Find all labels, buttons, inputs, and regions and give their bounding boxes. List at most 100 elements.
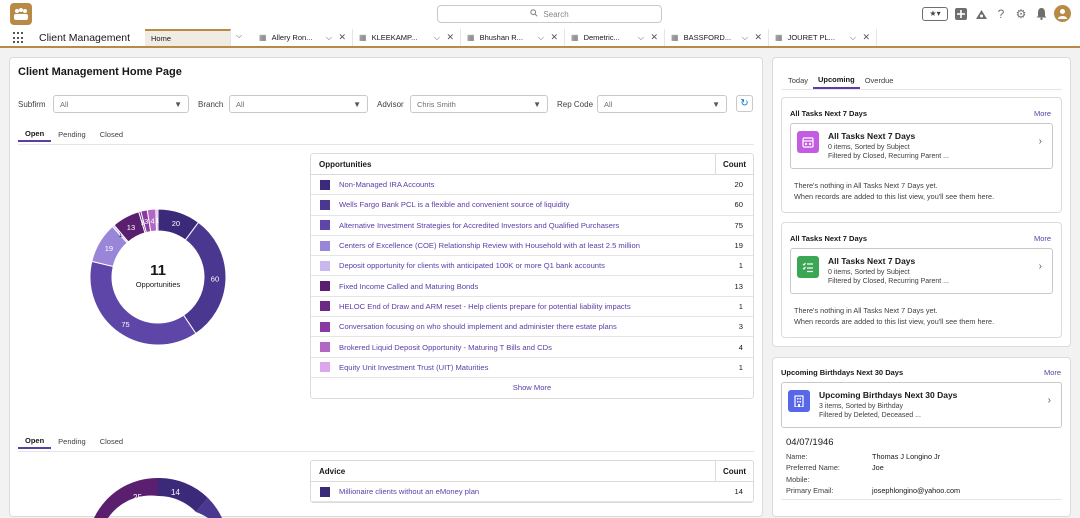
birthday-date: 04/07/1946 <box>786 437 834 448</box>
row-link[interactable]: Centers of Excellence (COE) Relationship… <box>339 241 640 250</box>
table-row[interactable]: Deposit opportunity for clients with ant… <box>311 256 753 277</box>
table-row[interactable]: Conversation focusing on who should impl… <box>311 317 753 338</box>
help-icon[interactable]: ? <box>994 7 1008 21</box>
tab-record-6[interactable]: ▦ JOURET PL... ⌵ ✕ <box>769 29 877 46</box>
divider <box>782 89 1062 90</box>
list-header: Upcoming Birthdays Next 30 Days <box>781 368 904 377</box>
tab-pending[interactable]: Pending <box>51 433 93 449</box>
favorites-icon[interactable]: ★▾ <box>922 6 948 21</box>
close-icon[interactable]: ✕ <box>446 32 454 43</box>
row-link[interactable]: Fixed Income Called and Maturing Bonds <box>339 282 478 291</box>
table-row[interactable]: HELOC End of Draw and ARM reset - Help c… <box>311 297 753 318</box>
tab-closed[interactable]: Closed <box>93 126 130 142</box>
tab-record-1[interactable]: ▦ Allery Ron... ⌵ ✕ <box>253 29 353 46</box>
list-view-tile[interactable]: Upcoming Birthdays Next 30 Days 3 items,… <box>781 382 1062 428</box>
advice-status-tabs: Open Pending Closed <box>18 433 130 449</box>
row-count: 1 <box>738 301 743 311</box>
tab-overdue[interactable]: Overdue <box>860 71 899 89</box>
legend-swatch <box>320 220 330 231</box>
table-row[interactable]: Centers of Excellence (COE) Relationship… <box>311 236 753 257</box>
row-link[interactable]: Brokered Liquid Deposit Opportunity - Ma… <box>339 343 552 352</box>
table-row[interactable]: Non-Managed IRA Accounts 20 <box>311 175 753 196</box>
table-row[interactable]: Alternative Investment Strategies for Ac… <box>311 216 753 236</box>
show-more-link[interactable]: Show More <box>311 378 753 398</box>
close-icon[interactable]: ✕ <box>650 32 658 43</box>
trailhead-icon[interactable] <box>974 7 988 21</box>
global-actions-icon[interactable] <box>954 7 968 21</box>
tab-closed[interactable]: Closed <box>93 433 130 449</box>
table-row[interactable]: Brokered Liquid Deposit Opportunity - Ma… <box>311 337 753 358</box>
tab-pending[interactable]: Pending <box>51 126 93 142</box>
row-link[interactable]: Deposit opportunity for clients with ant… <box>339 261 605 270</box>
chevron-down-icon[interactable]: ⌵ <box>850 33 856 43</box>
chevron-right-icon: › <box>1047 395 1051 406</box>
table-row[interactable]: Fixed Income Called and Maturing Bonds 13 <box>311 276 753 297</box>
subfirm-select[interactable]: All ▼ <box>53 95 189 113</box>
chevron-down-icon[interactable]: ⌵ <box>434 33 440 43</box>
rep-code-select[interactable]: All ▼ <box>597 95 727 113</box>
chevron-down-icon[interactable]: ⌵ <box>638 33 644 43</box>
tab-home[interactable]: Home <box>145 29 231 46</box>
list-title: All Tasks Next 7 Days <box>828 256 916 266</box>
account-icon: ▦ <box>671 33 679 42</box>
divider <box>781 499 1062 500</box>
close-icon[interactable]: ✕ <box>862 32 870 43</box>
activity-tabs: Today Upcoming Overdue <box>783 71 898 89</box>
list-view-tile[interactable]: All Tasks Next 7 Days 0 items, Sorted by… <box>790 248 1053 294</box>
empty-line-2: When records are added to this list view… <box>794 192 995 201</box>
refresh-button[interactable]: ↻ <box>736 95 753 112</box>
tab-record-5[interactable]: ▦ BASSFORD... ⌵ ✕ <box>665 29 769 46</box>
close-icon[interactable]: ✕ <box>754 32 762 43</box>
chevron-down-icon[interactable]: ⌵ <box>742 33 748 43</box>
global-search-input[interactable]: Search <box>437 5 662 23</box>
row-count: 4 <box>738 342 743 352</box>
list-view-tile[interactable]: All Tasks Next 7 Days 0 items, Sorted by… <box>790 123 1053 169</box>
tab-today[interactable]: Today <box>783 71 813 89</box>
tab-record-2[interactable]: ▦ KLEEKAMP... ⌵ ✕ <box>353 29 461 46</box>
chevron-down-icon[interactable]: ⌵ <box>538 33 544 43</box>
row-link[interactable]: Conversation focusing on who should impl… <box>339 322 617 331</box>
field-label-mobile: Mobile: <box>786 475 810 484</box>
field-label-preferred-name: Preferred Name: <box>786 463 840 472</box>
notifications-bell-icon[interactable] <box>1034 7 1048 21</box>
table-row[interactable]: Equity Unit Investment Trust (UIT) Matur… <box>311 358 753 378</box>
close-icon[interactable]: ✕ <box>550 32 558 43</box>
tab-upcoming[interactable]: Upcoming <box>813 71 860 89</box>
gear-icon[interactable]: ⚙ <box>1014 7 1028 21</box>
app-logo-icon[interactable] <box>10 3 32 25</box>
list-title: All Tasks Next 7 Days <box>828 131 916 141</box>
row-link[interactable]: Millionaire clients without an eMoney pl… <box>339 487 479 496</box>
slice-label: 14 <box>171 488 180 497</box>
tab-overflow-chevron-icon[interactable]: ⌵ <box>236 31 242 41</box>
divider <box>18 451 754 452</box>
more-link[interactable]: More <box>1044 368 1061 377</box>
list-filter: Filtered by Closed, Recurring Parent ... <box>828 278 949 285</box>
filter-label-advisor: Advisor <box>377 100 404 109</box>
tab-open[interactable]: Open <box>18 433 52 449</box>
row-link[interactable]: Equity Unit Investment Trust (UIT) Matur… <box>339 363 488 372</box>
table-row[interactable]: Millionaire clients without an eMoney pl… <box>311 482 753 503</box>
more-link[interactable]: More <box>1034 109 1051 118</box>
row-link[interactable]: Wells Fargo Bank PCL is a flexible and c… <box>339 200 569 209</box>
row-link[interactable]: HELOC End of Draw and ARM reset - Help c… <box>339 302 631 311</box>
field-value-primary-email[interactable]: josephlongino@yahoo.com <box>872 486 960 495</box>
tab-record-3[interactable]: ▦ Bhushan R... ⌵ ✕ <box>461 29 565 46</box>
list-filter: Filtered by Deleted, Deceased ... <box>819 412 921 419</box>
row-link[interactable]: Non-Managed IRA Accounts <box>339 180 434 189</box>
chevron-down-icon[interactable]: ⌵ <box>326 33 332 43</box>
row-link[interactable]: Alternative Investment Strategies for Ac… <box>339 221 619 230</box>
user-avatar[interactable] <box>1054 5 1071 22</box>
legend-swatch <box>320 260 330 271</box>
more-link[interactable]: More <box>1034 234 1051 243</box>
column-header-count: Count <box>715 460 753 482</box>
branch-select[interactable]: All ▼ <box>229 95 368 113</box>
app-launcher-icon[interactable] <box>13 32 25 44</box>
tab-open[interactable]: Open <box>18 126 52 142</box>
close-icon[interactable]: ✕ <box>338 32 346 43</box>
advisor-select[interactable]: Chris Smith ▼ <box>410 95 548 113</box>
tab-record-4[interactable]: ▦ Demetric... ⌵ ✕ <box>565 29 665 46</box>
table-header: Advice Count <box>311 460 753 482</box>
slice-label: 60 <box>211 274 219 283</box>
row-count: 14 <box>734 487 743 497</box>
table-row[interactable]: Wells Fargo Bank PCL is a flexible and c… <box>311 195 753 216</box>
